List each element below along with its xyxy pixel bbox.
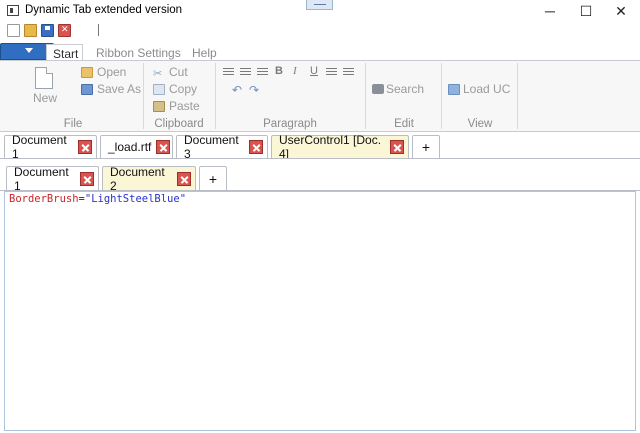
close-document-icon[interactable] xyxy=(58,24,71,37)
save-as-button[interactable]: Save As xyxy=(97,82,141,96)
copy-button[interactable]: Copy xyxy=(169,82,197,96)
close-tab-icon[interactable] xyxy=(177,172,191,186)
editor-text-line: BorderBrush="LightSteelBlue" xyxy=(9,193,186,205)
new-document-icon[interactable] xyxy=(7,24,20,37)
close-tab-icon[interactable] xyxy=(249,140,263,154)
group-label-edit: Edit xyxy=(394,118,414,130)
align-center-icon[interactable] xyxy=(240,68,251,76)
minimize-button[interactable]: ─ xyxy=(530,0,570,22)
group-label-file: File xyxy=(63,118,83,130)
scissors-icon: ✂ xyxy=(153,68,163,80)
xaml-value: "LightSteelBlue" xyxy=(84,193,187,205)
binoculars-icon xyxy=(372,84,384,94)
outer-tab-document-1[interactable]: Document 1 xyxy=(4,133,97,161)
inner-tab-document-2[interactable]: Document 2 xyxy=(102,165,196,193)
open-folder-icon[interactable] xyxy=(24,24,37,37)
tab-label: Document 1 xyxy=(12,133,67,161)
add-outer-tab-button[interactable]: + xyxy=(412,135,440,158)
new-button[interactable]: New xyxy=(33,91,57,105)
inner-tab-document-1[interactable]: Document 1 xyxy=(6,165,99,193)
group-label-paragraph: Paragraph xyxy=(263,118,317,130)
maximize-button[interactable]: ☐ xyxy=(566,0,606,22)
align-left-icon[interactable] xyxy=(223,68,234,76)
close-tab-icon[interactable] xyxy=(78,140,92,154)
tab-label: UserControl1 [Doc. 4] xyxy=(279,133,382,161)
bullet-list-icon[interactable] xyxy=(326,68,337,76)
italic-button[interactable]: I xyxy=(293,65,297,77)
outer-tab-load-rtf[interactable]: _load.rtf xyxy=(100,135,173,158)
chevron-down-icon xyxy=(25,48,33,53)
outer-tab-usercontrol1[interactable]: UserControl1 [Doc. 4] xyxy=(271,133,409,161)
add-inner-tab-button[interactable]: + xyxy=(199,166,227,191)
cut-button[interactable]: Cut xyxy=(169,65,188,79)
tab-start[interactable]: Start xyxy=(46,44,83,61)
group-separator xyxy=(365,63,366,129)
save-icon xyxy=(81,84,93,95)
align-right-icon[interactable] xyxy=(257,68,268,76)
underline-button[interactable]: U xyxy=(310,65,318,77)
text-editor[interactable] xyxy=(4,191,636,431)
app-icon xyxy=(7,5,19,16)
group-separator xyxy=(441,63,442,129)
close-tab-icon[interactable] xyxy=(390,140,404,154)
tab-label: Document 1 xyxy=(14,165,69,193)
group-separator xyxy=(215,63,216,129)
toolbar-separator xyxy=(98,24,99,36)
tab-label: Document 3 xyxy=(184,133,239,161)
numbered-list-icon[interactable] xyxy=(343,68,354,76)
quick-access-toolbar xyxy=(0,22,640,40)
group-label-view: View xyxy=(467,118,493,130)
tab-label: Document 2 xyxy=(110,165,165,193)
open-button[interactable]: Open xyxy=(97,65,126,79)
load-usercontrol-icon xyxy=(448,84,460,95)
group-separator xyxy=(143,63,144,129)
group-label-clipboard: Clipboard xyxy=(154,118,204,130)
redo-icon[interactable]: ↷ xyxy=(249,83,259,97)
xaml-attribute: BorderBrush xyxy=(9,193,79,205)
open-folder-icon xyxy=(81,67,93,78)
paste-icon xyxy=(153,101,165,112)
close-window-button[interactable]: ✕ xyxy=(601,0,640,22)
drag-handle[interactable] xyxy=(306,0,333,10)
search-button[interactable]: Search xyxy=(386,82,424,96)
copy-icon xyxy=(153,84,165,95)
tab-label: _load.rtf xyxy=(108,140,152,154)
undo-icon[interactable]: ↶ xyxy=(232,83,242,97)
window-title: Dynamic Tab extended version xyxy=(25,4,183,16)
close-tab-icon[interactable] xyxy=(156,140,171,154)
tab-ribbon-settings[interactable]: Ribbon Settings xyxy=(90,44,187,61)
paste-button[interactable]: Paste xyxy=(169,99,200,113)
new-document-large-icon[interactable] xyxy=(35,67,53,89)
bold-button[interactable]: B xyxy=(275,65,283,77)
close-tab-icon[interactable] xyxy=(80,172,94,186)
load-uc-button[interactable]: Load UC xyxy=(463,82,510,96)
save-icon[interactable] xyxy=(41,24,54,37)
tab-help[interactable]: Help xyxy=(186,44,223,61)
outer-tab-document-3[interactable]: Document 3 xyxy=(176,133,268,161)
group-separator xyxy=(517,63,518,129)
